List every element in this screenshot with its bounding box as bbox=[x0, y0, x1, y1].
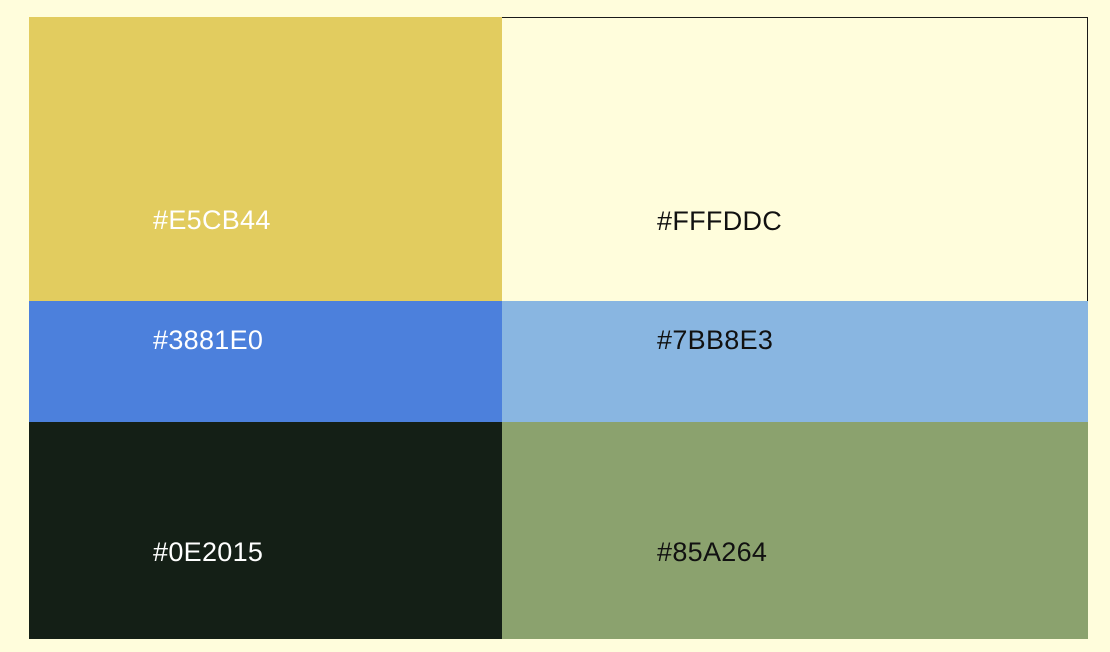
swatch-hex-label: #E5CB44 bbox=[153, 205, 271, 235]
color-swatch-5: #0E2015 bbox=[29, 422, 502, 639]
swatch-hex-label: #7BB8E3 bbox=[657, 325, 774, 355]
color-palette-grid: #E5CB44 #FFFDDC #3881E0 #7BB8E3 #0E2015 … bbox=[29, 17, 1088, 639]
color-swatch-1: #E5CB44 bbox=[29, 17, 502, 301]
swatch-hex-label: #FFFDDC bbox=[657, 206, 783, 236]
color-swatch-6: #85A264 bbox=[502, 422, 1088, 639]
color-swatch-2: #FFFDDC bbox=[502, 17, 1088, 301]
color-swatch-4: #7BB8E3 bbox=[502, 301, 1088, 422]
swatch-hex-label: #3881E0 bbox=[153, 325, 264, 355]
color-swatch-3: #3881E0 bbox=[29, 301, 502, 422]
swatch-hex-label: #85A264 bbox=[657, 537, 768, 567]
swatch-hex-label: #0E2015 bbox=[153, 537, 264, 567]
